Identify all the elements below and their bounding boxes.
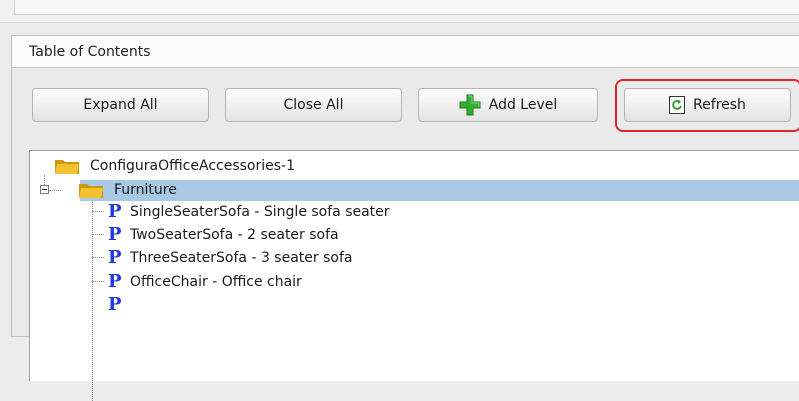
- tree-node-furniture[interactable]: Furniture: [78, 179, 177, 200]
- add-level-label: Add Level: [488, 97, 558, 113]
- folder-icon: [79, 183, 103, 198]
- expand-all-label: Expand All: [83, 97, 158, 113]
- product-icon: P: [108, 223, 122, 245]
- tree-node-root[interactable]: ConfiguraOfficeAccessories-1: [54, 155, 295, 176]
- top-strip-inner: [14, 0, 799, 15]
- tree-item-label: ThreeSeaterSofa - 3 seater sofa: [130, 249, 353, 266]
- product-icon: P: [108, 200, 122, 222]
- tree-connector: [49, 190, 61, 191]
- product-icon: P: [108, 246, 122, 268]
- refresh-button[interactable]: Refresh: [624, 88, 791, 122]
- close-all-label: Close All: [283, 97, 344, 113]
- folder-icon: [55, 159, 79, 174]
- product-icon: P: [108, 293, 122, 315]
- tree-node-label: ConfiguraOfficeAccessories-1: [90, 157, 295, 174]
- panel-header: Table of Contents: [12, 36, 799, 68]
- tree-item-label: SingleSeaterSofa - Single sofa seater: [130, 203, 390, 220]
- tree-item[interactable]: P ThreeSeaterSofa - 3 seater sofa: [108, 247, 352, 268]
- tree-connector: [92, 211, 104, 212]
- panel-title: Table of Contents: [29, 44, 151, 60]
- tree-connector: [92, 201, 93, 401]
- tree-item[interactable]: P OfficeChair - Office chair: [108, 271, 302, 292]
- refresh-label: Refresh: [693, 97, 746, 113]
- tree-item-partial[interactable]: P: [108, 294, 130, 315]
- expand-all-button[interactable]: Expand All: [32, 88, 209, 122]
- tree-node-label: Furniture: [114, 181, 177, 198]
- plus-icon: [459, 94, 481, 116]
- close-all-button[interactable]: Close All: [225, 88, 402, 122]
- tree-connector: [92, 234, 104, 235]
- toc-panel: Table of Contents Expand All Close All A…: [11, 35, 799, 401]
- toc-tree[interactable]: ConfiguraOfficeAccessories-1 Furniture P…: [29, 150, 799, 401]
- tree-item-label: OfficeChair - Office chair: [130, 273, 302, 290]
- collapse-toggle[interactable]: [40, 185, 49, 194]
- add-level-button[interactable]: Add Level: [418, 88, 598, 122]
- tree-selected-row: [80, 180, 799, 201]
- top-strip: [0, 0, 799, 23]
- tree-connector: [92, 257, 104, 258]
- tree-item-label: TwoSeaterSofa - 2 seater sofa: [130, 226, 339, 243]
- tree-connector: [92, 281, 104, 282]
- product-icon: P: [108, 270, 122, 292]
- tree-item[interactable]: P TwoSeaterSofa - 2 seater sofa: [108, 224, 339, 245]
- refresh-icon: [669, 96, 686, 114]
- tree-item[interactable]: P SingleSeaterSofa - Single sofa seater: [108, 201, 390, 222]
